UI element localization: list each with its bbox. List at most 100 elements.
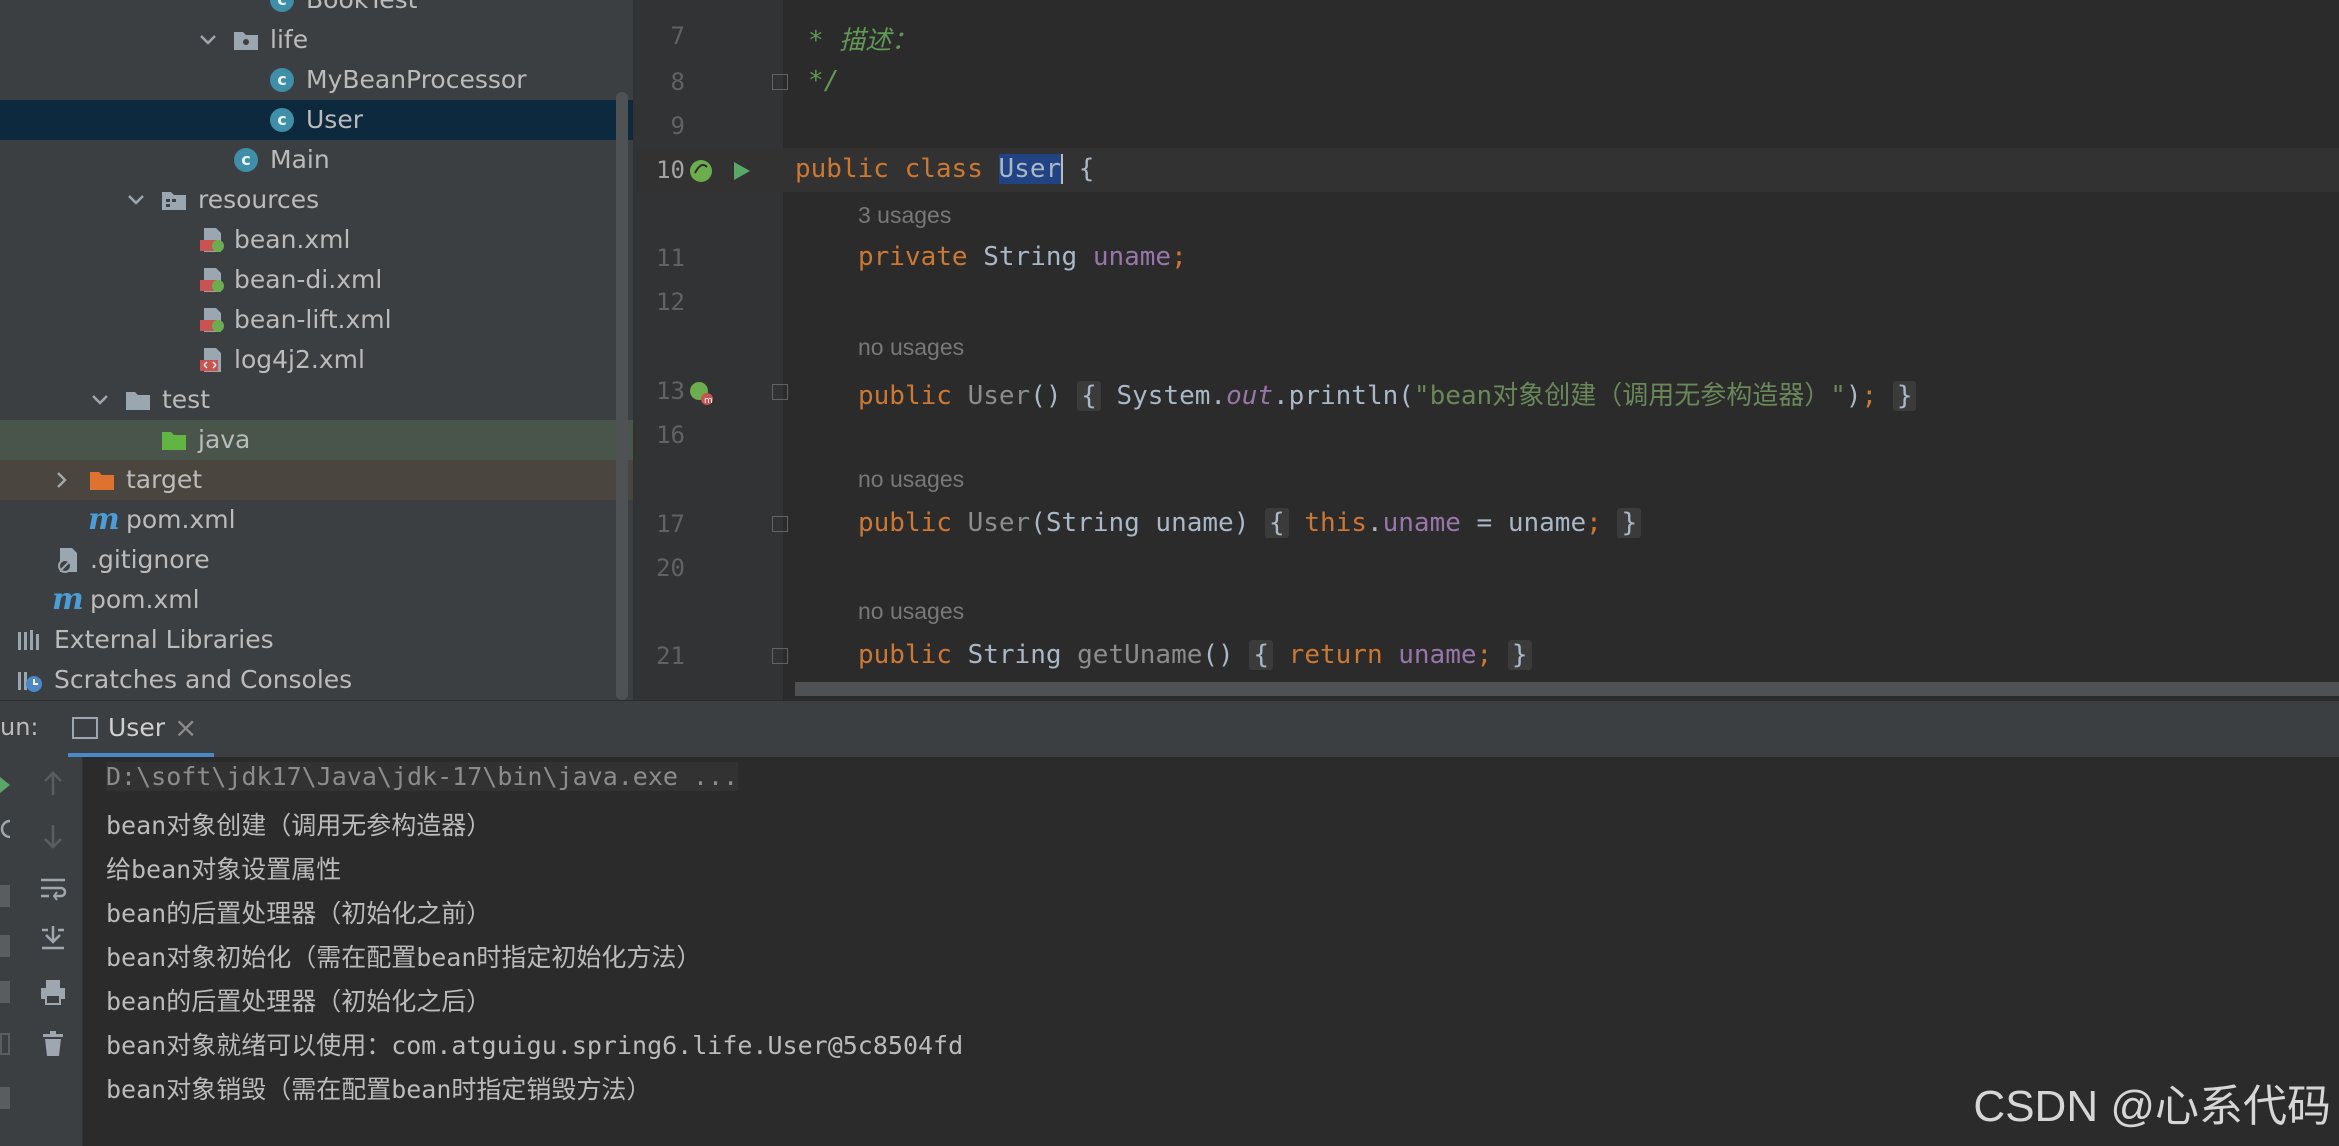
maven-icon: m [52,582,84,617]
fold-marker[interactable] [772,74,788,90]
tree-item-main[interactable]: c Main [0,140,633,180]
line-number: 7 [670,22,685,50]
tree-item-scratches[interactable]: Scratches and Consoles [0,660,633,700]
scroll-to-end-icon[interactable] [38,923,68,953]
editor-gutter [633,0,785,700]
class-icon: c [270,0,298,14]
restart-icon[interactable] [0,817,12,841]
console-line: bean的后置处理器（初始化之前） [106,899,492,928]
editor-horizontal-scrollbar[interactable] [795,682,2339,696]
run-tab-user[interactable]: User × [68,705,214,757]
print-icon[interactable] [38,977,68,1007]
pin-icon[interactable] [0,1087,10,1109]
fold-marker[interactable] [772,384,788,400]
chevron-down-icon[interactable] [196,28,220,52]
line-number: 10 [656,156,685,184]
tree-item-target[interactable]: target [0,460,633,500]
usages-hint[interactable]: no usages [858,466,964,493]
line-number: 13 [656,377,685,405]
watermark: CSDN @心系代码 [1973,1082,2331,1131]
rerun-icon[interactable] [0,775,12,795]
run-label: un: [0,713,39,741]
spring-xml-icon [200,228,224,252]
chevron-right-icon[interactable] [50,468,74,492]
soft-wrap-icon[interactable] [38,873,68,903]
line-number: 20 [656,554,685,582]
tree-item-mybeanprocessor[interactable]: c MyBeanProcessor [0,60,633,100]
layout-icon[interactable] [0,1033,10,1055]
stop-icon[interactable] [0,885,10,907]
test-folder-icon [162,432,186,450]
line-number: 17 [656,510,685,538]
spring-bean-method-icon[interactable]: m [686,378,716,408]
scratches-icon [18,672,42,692]
xml-file-icon [200,348,221,372]
console-icon [72,717,98,739]
console-line: bean的后置处理器（初始化之后） [106,987,492,1016]
spring-xml-icon [200,308,224,332]
tree-item-log4j2-xml[interactable]: log4j2.xml [0,340,633,380]
console-line: 给bean对象设置属性 [106,855,342,884]
trash-icon[interactable] [38,1029,68,1059]
fold-marker[interactable] [772,648,788,664]
excluded-folder-icon [90,472,114,490]
line-number: 8 [670,68,685,96]
line-number: 21 [656,642,685,670]
close-icon[interactable]: × [174,711,197,744]
spring-xml-icon [200,268,224,292]
package-icon [234,32,258,50]
tree-item-bean-lift-xml[interactable]: bean-lift.xml [0,300,633,340]
tree-item-pom-xml[interactable]: m pom.xml [0,500,633,540]
console-line: bean对象就绪可以使用：com.atguigu.spring6.life.Us… [106,1031,964,1060]
constructor-no-args: public User() { System.out.println("bean… [858,375,1917,412]
fold-marker[interactable] [772,516,788,532]
arrow-down-icon[interactable] [38,821,68,851]
console-toolbar [18,757,83,1146]
chevron-down-icon[interactable] [124,188,148,212]
console-line: bean对象创建（调用无参构造器） [106,811,492,840]
libraries-icon [18,630,39,650]
tree-item-life[interactable]: life [0,20,633,60]
code-comment: * 描述： [808,26,918,56]
tree-item-external-libraries[interactable]: External Libraries [0,620,633,660]
tree-item-bean-di-xml[interactable]: bean-di.xml [0,260,633,300]
tree-item-resources[interactable]: resources [0,180,633,220]
class-icon: c [234,146,262,174]
line-number: 11 [656,244,685,272]
console-line[interactable]: D:\soft\jdk17\Java\jdk-17\bin\java.exe .… [106,762,739,791]
console-line: bean对象销毁（需在配置bean时指定销毁方法） [106,1075,652,1104]
line-number: 16 [656,421,685,449]
class-icon: c [270,106,298,134]
code-comment: */ [808,66,840,96]
resources-folder-icon [162,192,186,210]
maven-icon: m [88,502,120,537]
svg-text:m: m [704,396,713,406]
run-tool-window-header: un: User × [0,700,2339,757]
tree-item-java[interactable]: java [0,420,633,460]
tree-scrollbar[interactable] [616,92,628,700]
tree-item-user[interactable]: c User [0,100,633,140]
tree-item-pom-xml-root[interactable]: m pom.xml [0,580,633,620]
code-editor[interactable] [783,0,2339,700]
folder-icon [126,392,150,410]
tree-item-gitignore[interactable]: .gitignore [0,540,633,580]
spring-bean-gutter-icon[interactable] [686,156,716,186]
gitignore-icon [58,548,77,573]
class-icon: c [270,66,298,94]
class-declaration: public class User { [795,154,1095,184]
chevron-down-icon[interactable] [88,388,112,412]
getter-method: public String getUname() { return uname;… [858,640,1532,670]
camera-icon[interactable] [0,981,10,1003]
console-line: bean对象初始化（需在配置bean时指定初始化方法） [106,943,702,972]
usages-hint[interactable]: no usages [858,334,964,361]
tree-item-test[interactable]: test [0,380,633,420]
tree-item-booktest[interactable]: c BookTest [0,0,633,20]
tree-item-bean-xml[interactable]: bean.xml [0,220,633,260]
arrow-up-icon[interactable] [38,769,68,799]
field-declaration: private String uname; [858,242,1187,272]
run-icon[interactable] [728,158,754,184]
usages-hint[interactable]: 3 usages [858,202,951,229]
usages-hint[interactable]: no usages [858,598,964,625]
step-icon[interactable] [0,935,10,957]
run-side-toolbar-left [0,757,18,1146]
